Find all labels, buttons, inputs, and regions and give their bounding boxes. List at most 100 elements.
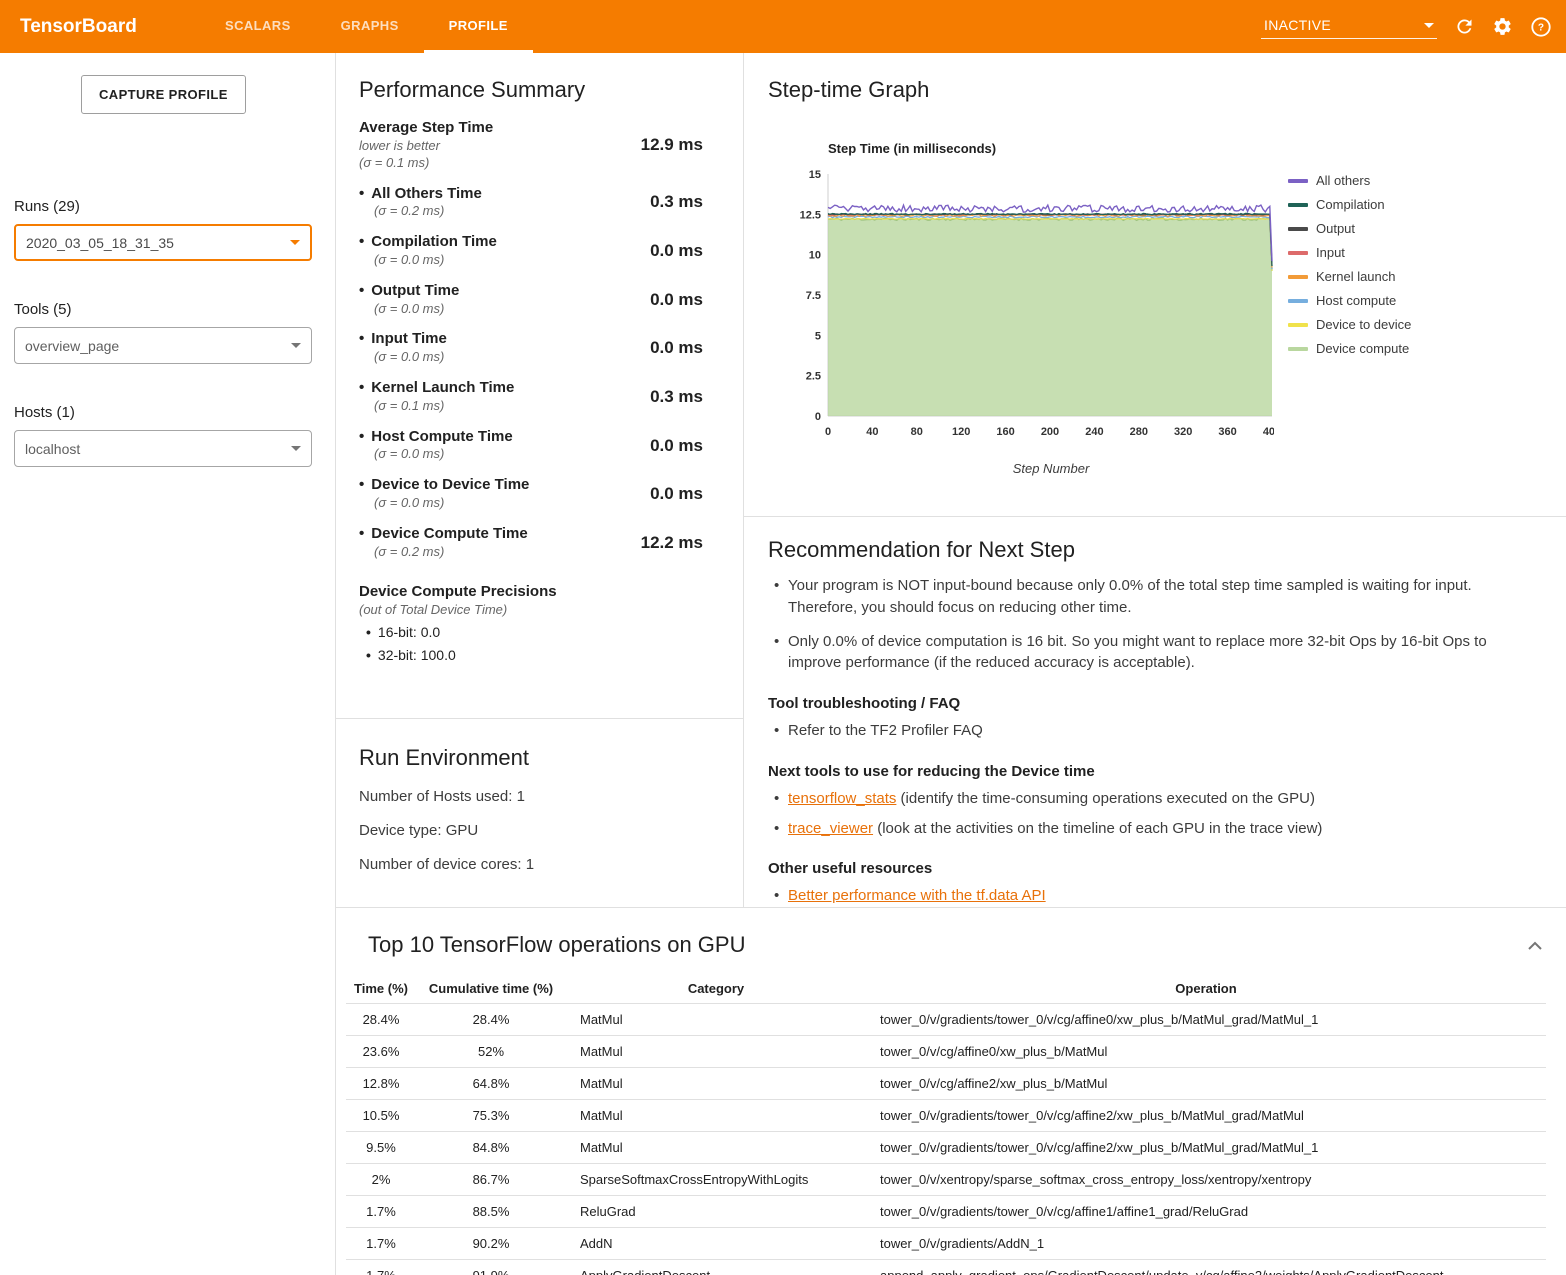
metric-label: Host Compute Time bbox=[371, 428, 512, 445]
recommendation-panel: Recommendation for Next Step Your progra… bbox=[744, 517, 1566, 907]
header-controls: INACTIVE ? bbox=[1261, 0, 1552, 53]
chart-block: Step Time (in milliseconds) 02.557.51012… bbox=[794, 141, 1274, 476]
metric-label: Input Time bbox=[371, 330, 447, 347]
metric-sigma: (σ = 0.1 ms) bbox=[359, 155, 641, 172]
capture-profile-button[interactable]: CAPTURE PROFILE bbox=[81, 75, 246, 114]
category-cell: MatMul bbox=[566, 1036, 866, 1068]
legend-item: Kernel launch bbox=[1288, 269, 1411, 284]
category-cell: ApplyGradientDescent bbox=[566, 1260, 866, 1275]
hosts-select-value: localhost bbox=[25, 441, 80, 457]
metric-value: 0.0 ms bbox=[650, 338, 703, 358]
top-ops-table: Time (%)Cumulative time (%)CategoryOpera… bbox=[346, 974, 1546, 1275]
cumulative-cell: 90.2% bbox=[416, 1228, 566, 1260]
table-row: 10.5%75.3%MatMultower_0/v/gradients/towe… bbox=[346, 1100, 1546, 1132]
svg-text:15: 15 bbox=[809, 169, 821, 181]
time-cell: 9.5% bbox=[346, 1132, 416, 1164]
next-tools-heading: Next tools to use for reducing the Devic… bbox=[768, 763, 1506, 780]
recommendation-bullet: Only 0.0% of device computation is 16 bi… bbox=[768, 631, 1506, 675]
metric-label: Device Compute Time bbox=[371, 525, 527, 542]
metric-value: 0.0 ms bbox=[650, 436, 703, 456]
table-row: 1.7%88.5%ReluGradtower_0/v/gradients/tow… bbox=[346, 1196, 1546, 1228]
tab-graphs[interactable]: GRAPHS bbox=[316, 0, 424, 53]
legend-label: Compilation bbox=[1316, 197, 1385, 212]
runs-select[interactable]: 2020_03_05_18_31_35 bbox=[14, 224, 312, 261]
legend-swatch bbox=[1288, 347, 1308, 351]
average-step-time-metric: Average Step Time lower is better (σ = 0… bbox=[359, 119, 703, 172]
metric-label: Output Time bbox=[371, 282, 459, 299]
metric-label: Compilation Time bbox=[371, 233, 497, 250]
legend-item: All others bbox=[1288, 173, 1411, 188]
step-time-graph-title: Step-time Graph bbox=[768, 77, 1566, 103]
cumulative-cell: 28.4% bbox=[416, 1004, 566, 1036]
run-environment-title: Run Environment bbox=[359, 745, 720, 771]
perf-metric-row: •Device to Device Time(σ = 0.0 ms)0.0 ms bbox=[359, 476, 703, 512]
perf-metric-row: •Output Time(σ = 0.0 ms)0.0 ms bbox=[359, 282, 703, 318]
svg-text:320: 320 bbox=[1174, 426, 1192, 438]
tfdata-performance-link[interactable]: Better performance with the tf.data API bbox=[788, 887, 1046, 904]
svg-text:?: ? bbox=[1538, 22, 1544, 33]
refresh-button[interactable] bbox=[1454, 16, 1475, 37]
precisions-subtitle: (out of Total Device Time) bbox=[359, 602, 703, 617]
nav-tabs: SCALARSGRAPHSPROFILE bbox=[200, 0, 533, 53]
category-cell: MatMul bbox=[566, 1068, 866, 1100]
tensorflow_stats-link[interactable]: tensorflow_stats bbox=[788, 790, 896, 807]
perf-metric-row: •Kernel Launch Time(σ = 0.1 ms)0.3 ms bbox=[359, 379, 703, 415]
tab-profile[interactable]: PROFILE bbox=[424, 0, 533, 53]
bullet-icon: • bbox=[366, 647, 371, 663]
svg-text:160: 160 bbox=[996, 426, 1014, 438]
collapse-section-button[interactable] bbox=[1524, 937, 1546, 954]
chevron-down-icon bbox=[290, 240, 300, 245]
metric-note: lower is better bbox=[359, 138, 641, 155]
category-cell: MatMul bbox=[566, 1004, 866, 1036]
tab-scalars[interactable]: SCALARS bbox=[200, 0, 316, 53]
chevron-up-icon bbox=[1528, 941, 1542, 950]
reload-status-dropdown[interactable]: INACTIVE bbox=[1261, 14, 1437, 39]
time-cell: 2% bbox=[346, 1164, 416, 1196]
run-env-line: Device type: GPU bbox=[359, 822, 720, 839]
chevron-down-icon bbox=[291, 446, 301, 451]
metric-value: 0.0 ms bbox=[650, 241, 703, 261]
legend-label: Device compute bbox=[1316, 341, 1409, 356]
chart-x-axis-label: Step Number bbox=[794, 461, 1274, 476]
legend-swatch bbox=[1288, 179, 1308, 183]
help-button[interactable]: ? bbox=[1530, 16, 1552, 38]
step-time-chart: 02.557.51012.515040801201602002402803203… bbox=[794, 166, 1274, 449]
metric-value: 0.3 ms bbox=[650, 192, 703, 212]
settings-button[interactable] bbox=[1492, 16, 1513, 37]
legend-label: Input bbox=[1316, 245, 1345, 260]
runs-label: Runs (29) bbox=[14, 198, 321, 215]
operation-cell: append_apply_gradient_ops/GradientDescen… bbox=[866, 1260, 1546, 1275]
table-row: 1.7%91.9%ApplyGradientDescentappend_appl… bbox=[346, 1260, 1546, 1275]
metric-value: 0.0 ms bbox=[650, 484, 703, 504]
metric-sigma: (σ = 0.1 ms) bbox=[359, 398, 650, 415]
legend-item: Device compute bbox=[1288, 341, 1411, 356]
perf-metric-row: •Device Compute Time(σ = 0.2 ms)12.2 ms bbox=[359, 525, 703, 561]
legend-label: Output bbox=[1316, 221, 1355, 236]
app-title: TensorBoard bbox=[20, 0, 178, 53]
resource-item: Better performance with the tf.data API bbox=[768, 885, 1506, 907]
hosts-select[interactable]: localhost bbox=[14, 430, 312, 467]
category-cell: SparseSoftmaxCrossEntropyWithLogits bbox=[566, 1164, 866, 1196]
legend-item: Output bbox=[1288, 221, 1411, 236]
help-icon: ? bbox=[1530, 16, 1552, 38]
tools-select[interactable]: overview_page bbox=[14, 327, 312, 364]
bullet-icon: • bbox=[366, 624, 371, 640]
run-env-line: Number of Hosts used: 1 bbox=[359, 788, 720, 805]
top-app-bar: TensorBoard SCALARSGRAPHSPROFILE INACTIV… bbox=[0, 0, 1566, 53]
tool-link-item: trace_viewer (look at the activities on … bbox=[768, 818, 1506, 840]
svg-text:10: 10 bbox=[809, 250, 821, 262]
legend-swatch bbox=[1288, 299, 1308, 303]
svg-text:2.5: 2.5 bbox=[806, 371, 821, 383]
cumulative-cell: 88.5% bbox=[416, 1196, 566, 1228]
perf-metric-list: •All Others Time(σ = 0.2 ms)0.3 ms•Compi… bbox=[359, 185, 703, 561]
step-time-graph-panel: Step-time Graph Step Time (in millisecon… bbox=[744, 53, 1566, 517]
recommendation-bullet: Your program is NOT input-bound because … bbox=[768, 575, 1506, 619]
metric-sigma: (σ = 0.0 ms) bbox=[359, 301, 650, 318]
operation-cell: tower_0/v/gradients/tower_0/v/cg/affine0… bbox=[866, 1004, 1546, 1036]
trace_viewer-link[interactable]: trace_viewer bbox=[788, 820, 873, 837]
faq-item: Refer to the TF2 Profiler FAQ bbox=[768, 720, 1506, 742]
precisions-title: Device Compute Precisions bbox=[359, 583, 703, 600]
category-cell: MatMul bbox=[566, 1100, 866, 1132]
column-header: Cumulative time (%) bbox=[416, 974, 566, 1004]
time-cell: 23.6% bbox=[346, 1036, 416, 1068]
